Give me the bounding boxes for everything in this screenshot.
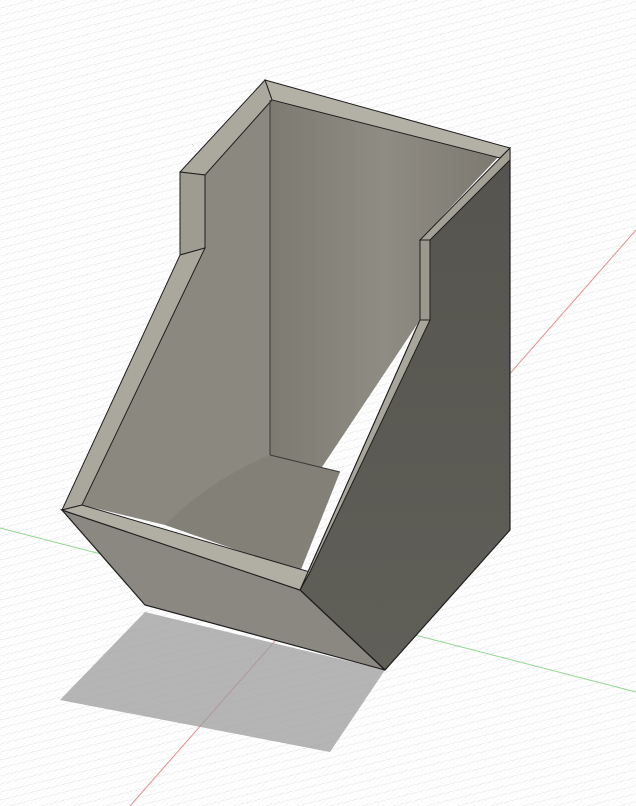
rim-right-tab bbox=[419, 239, 431, 321]
canvas-3d[interactable] bbox=[0, 0, 636, 806]
design-viewport[interactable] bbox=[0, 0, 636, 806]
rim-left-tab bbox=[179, 171, 206, 256]
